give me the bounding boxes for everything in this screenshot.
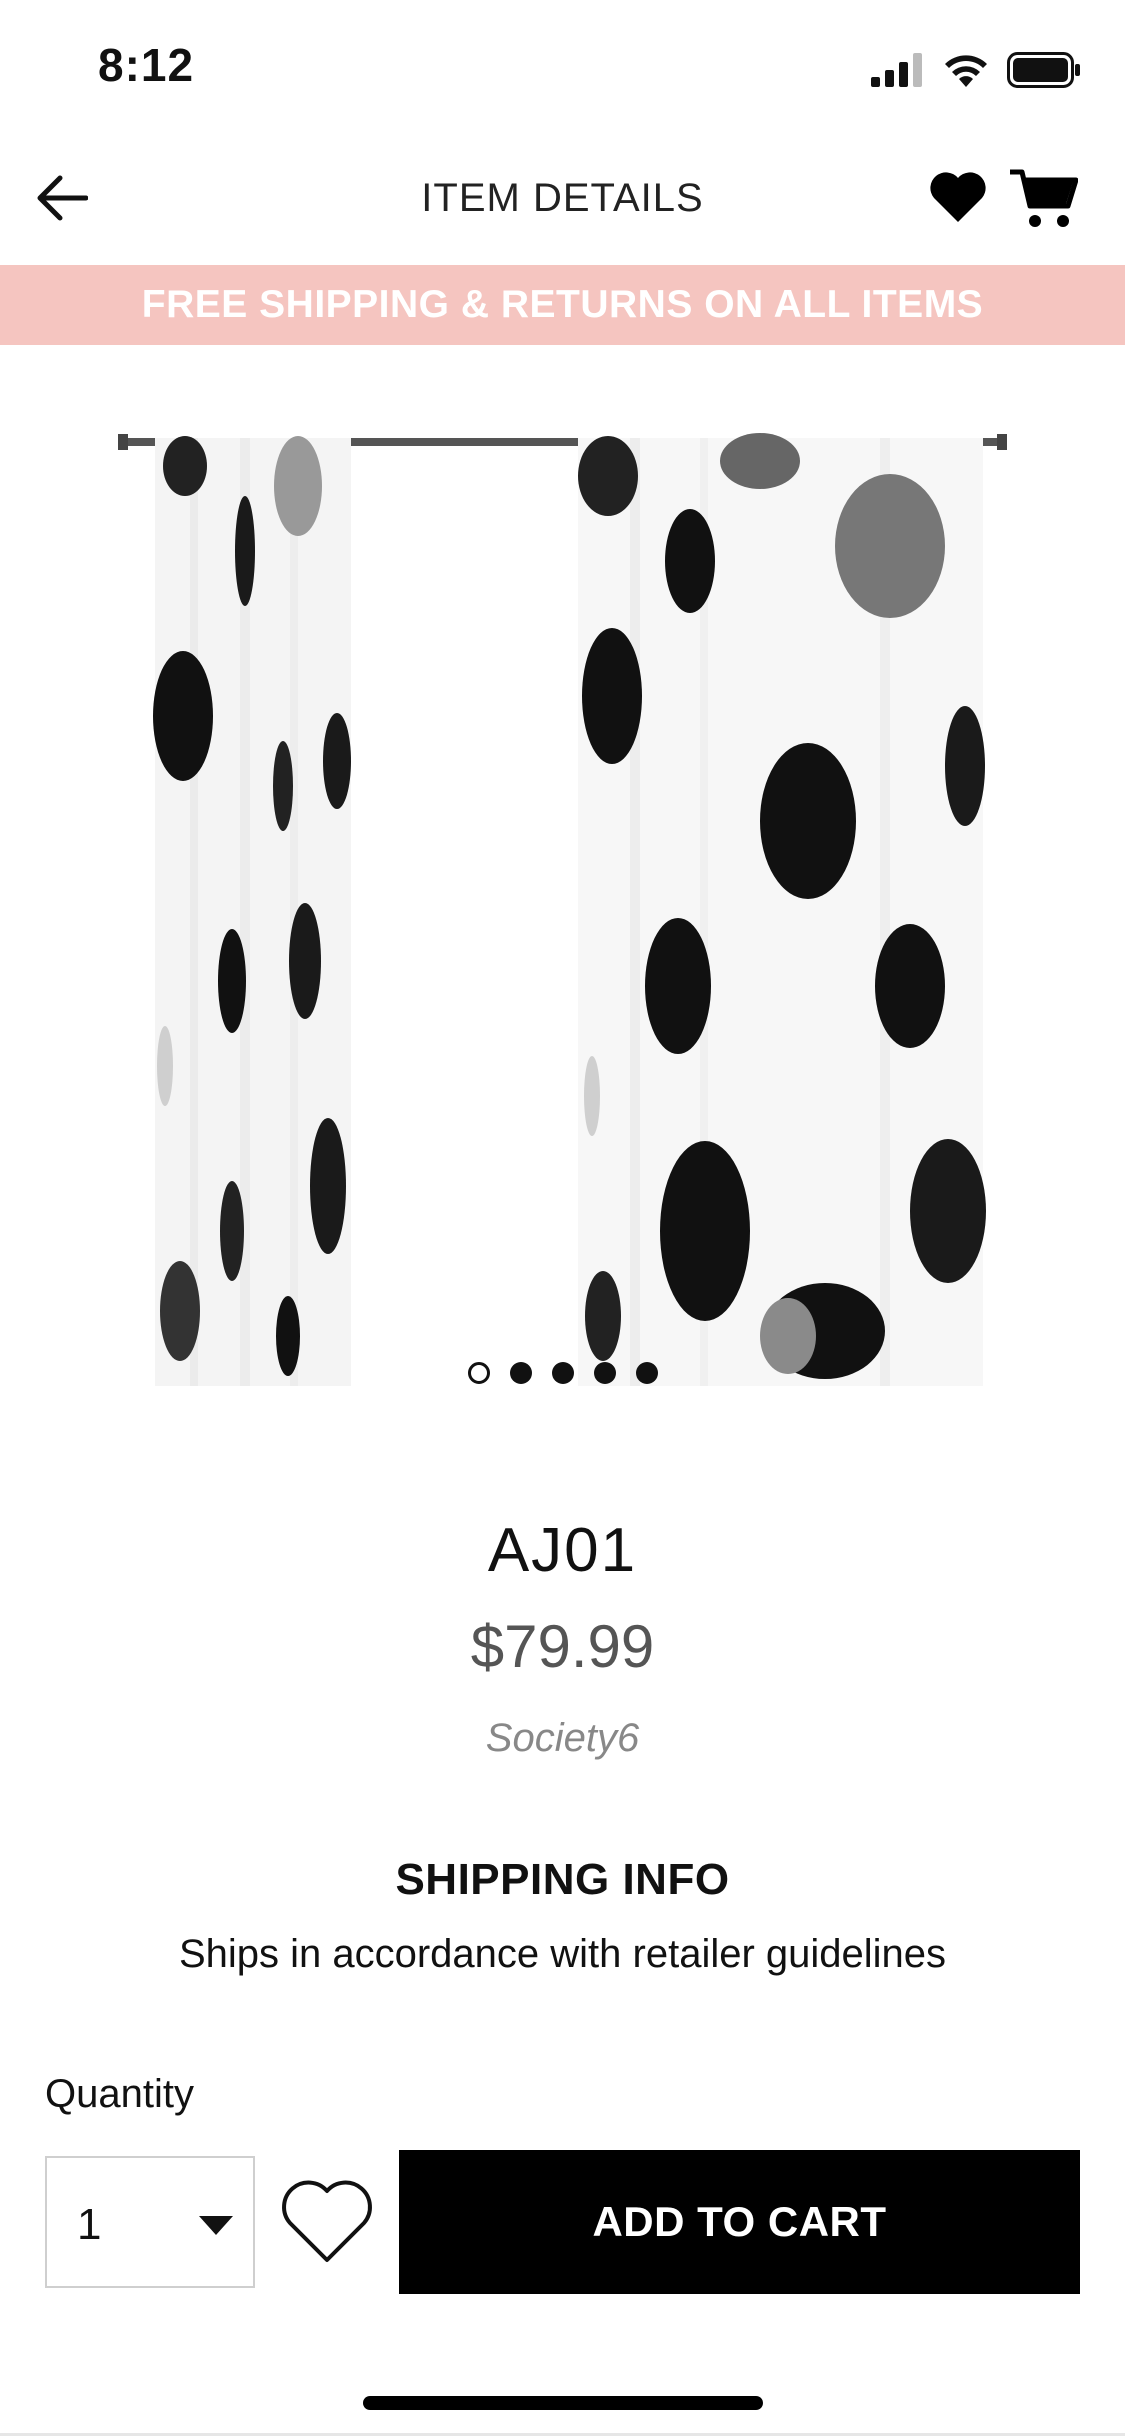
shipping-info-title: SHIPPING INFO xyxy=(395,1855,730,1904)
product-price: $79.99 xyxy=(470,1613,655,1680)
nav-bar: ITEM DETAILS xyxy=(0,140,1125,264)
status-bar: 8:12 xyxy=(0,0,1125,140)
product-name: AJ01 xyxy=(487,1516,638,1585)
gallery-pagination xyxy=(0,1362,1125,1384)
item-details-screen: 8:12 ITEM DETAILS FREE SHIPPING & RETURN… xyxy=(0,0,1125,2436)
status-time: 8:12 xyxy=(98,39,195,91)
curtains-image xyxy=(118,433,1007,1386)
add-to-cart-button[interactable]: ADD TO CART xyxy=(399,2150,1080,2294)
promo-text: FREE SHIPPING & RETURNS ON ALL ITEMS xyxy=(141,283,984,326)
cellular-signal-icon xyxy=(871,53,922,87)
promo-banner: FREE SHIPPING & RETURNS ON ALL ITEMS xyxy=(0,265,1125,345)
cart-button[interactable] xyxy=(1008,166,1079,232)
quantity-value: 1 xyxy=(77,2200,102,2249)
cart-icon xyxy=(1010,169,1079,227)
gallery-dot[interactable] xyxy=(551,1362,574,1384)
quantity-select[interactable]: 1 xyxy=(45,2156,255,2288)
quantity-label: Quantity xyxy=(45,2072,194,2116)
home-indicator[interactable] xyxy=(363,2396,763,2410)
gallery-dot[interactable] xyxy=(509,1362,532,1384)
status-icons xyxy=(871,50,1081,90)
product-image-gallery[interactable] xyxy=(0,346,1125,1396)
gallery-dot[interactable] xyxy=(635,1362,658,1384)
heart-icon xyxy=(930,172,986,222)
caret-down-icon xyxy=(199,2216,233,2235)
wifi-icon xyxy=(945,55,987,87)
wishlist-button[interactable] xyxy=(280,2178,374,2268)
favorites-button[interactable] xyxy=(928,170,988,230)
gallery-dot[interactable] xyxy=(467,1362,490,1384)
product-brand[interactable]: Society6 xyxy=(0,1716,1125,1761)
shipping-info-text: Ships in accordance with retailer guidel… xyxy=(178,1932,947,1976)
heart-outline-icon xyxy=(282,2180,372,2262)
battery-icon xyxy=(1007,52,1080,88)
gallery-dot[interactable] xyxy=(593,1362,616,1384)
add-to-cart-label: ADD TO CART xyxy=(592,2198,887,2245)
